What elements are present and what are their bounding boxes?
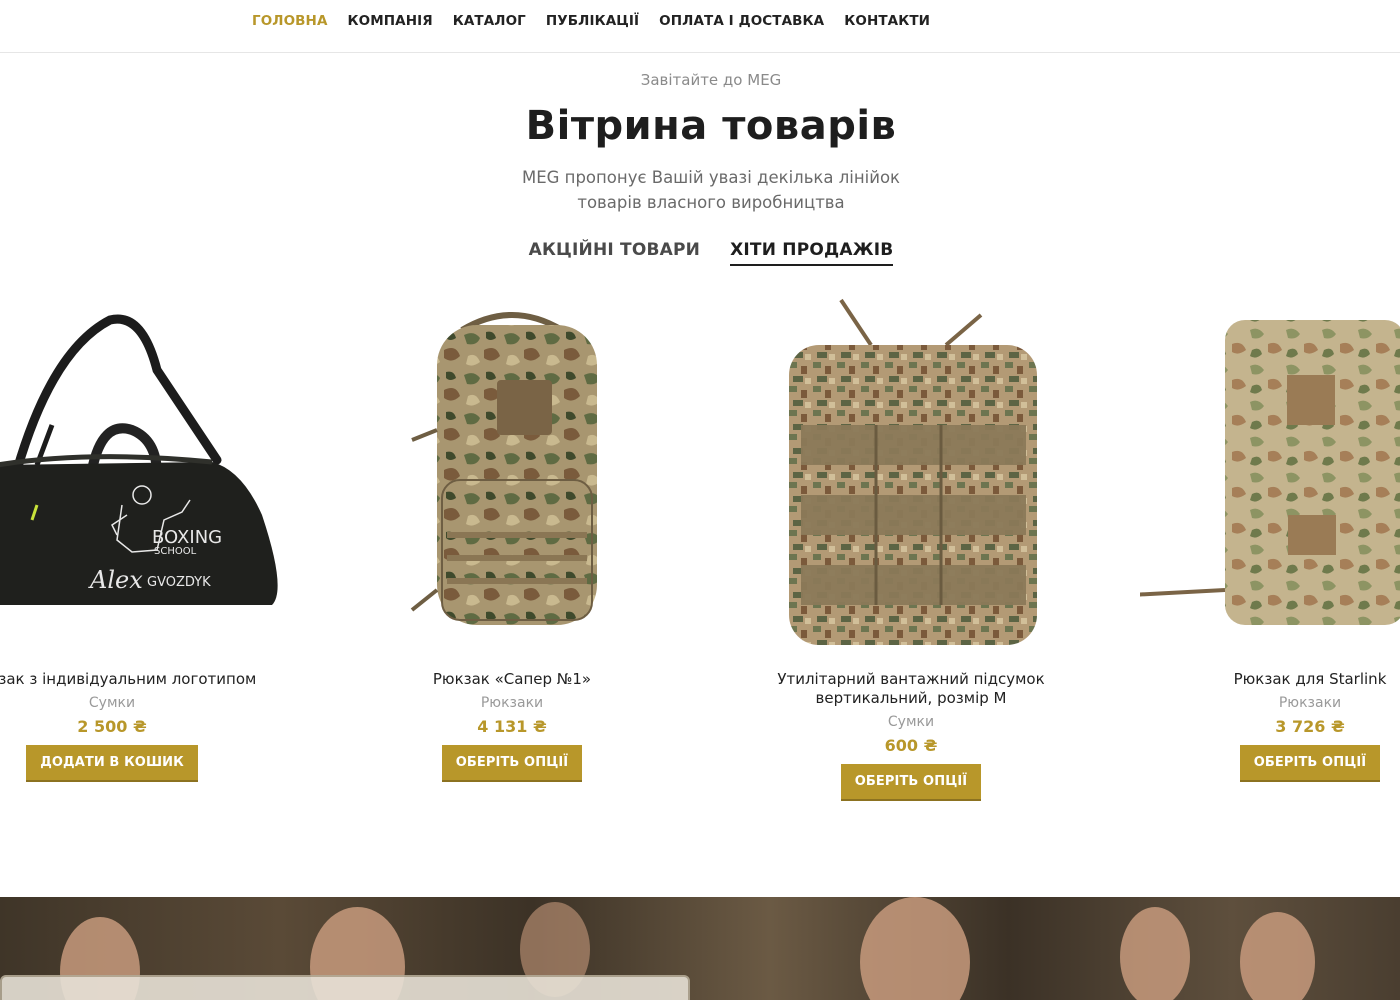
section-subtitle: MEG пропонує Вашій увазі декілька лінійо… <box>461 165 961 215</box>
nav-item-payment-delivery[interactable]: ОПЛАТА І ДОСТАВКА <box>659 12 824 30</box>
product-image-starlink-backpack[interactable] <box>1129 290 1400 655</box>
face-shape <box>1240 912 1315 1000</box>
product-name[interactable]: Рюкзак з індивідуальним логотипом <box>0 670 282 689</box>
product-price: 4 131 ₴ <box>477 717 547 736</box>
nav-item-contacts[interactable]: КОНТАКТИ <box>844 12 930 30</box>
nav-item-catalog[interactable]: КАТАЛОГ <box>453 12 526 30</box>
product-name[interactable]: Утилітарний вантажний підсумок вертикаль… <box>741 670 1081 708</box>
product-card: BOXING SCHOOL Alex GVOZDYK Рюкзак з інди… <box>0 290 282 782</box>
product-name[interactable]: Рюкзак для Starlink <box>1140 670 1400 689</box>
product-card: Рюкзак «Сапер №1» Рюкзаки 4 131 ₴ ОБЕРІТ… <box>342 290 682 782</box>
product-price: 600 ₴ <box>884 736 938 755</box>
soldiers-banner-image <box>0 897 1400 1000</box>
product-category[interactable]: Сумки <box>0 695 282 711</box>
add-to-cart-button[interactable]: ДОДАТИ В КОШИК <box>26 745 198 782</box>
svg-text:Alex: Alex <box>88 566 143 594</box>
product-image-camo-backpack[interactable] <box>342 290 682 655</box>
product-category[interactable]: Рюкзаки <box>1140 695 1400 711</box>
select-options-button[interactable]: ОБЕРІТЬ ОПЦІЇ <box>840 764 982 801</box>
face-shape <box>1120 907 1190 1000</box>
subtitle-line-1: MEG пропонує Вашій увазі декілька лінійо… <box>521 168 901 187</box>
main-navigation: ГОЛОВНА КОМПАНІЯ КАТАЛОГ ПУБЛІКАЦІЇ ОПЛА… <box>0 0 1400 53</box>
product-category[interactable]: Рюкзаки <box>342 695 682 711</box>
product-image-duffel-bag[interactable]: BOXING SCHOOL Alex GVOZDYK <box>0 290 282 655</box>
tab-sale-products[interactable]: АКЦІЙНІ ТОВАРИ <box>529 240 701 266</box>
product-name-line-2: вертикальний, розмір М <box>815 689 1007 707</box>
product-price: 2 500 ₴ <box>77 717 147 736</box>
tab-bestsellers[interactable]: ХІТИ ПРОДАЖІВ <box>730 240 894 266</box>
nav-menu: ГОЛОВНА КОМПАНІЯ КАТАЛОГ ПУБЛІКАЦІЇ ОПЛА… <box>252 12 950 30</box>
section-eyebrow: Завітайте до MEG <box>640 71 782 89</box>
nav-item-home[interactable]: ГОЛОВНА <box>252 12 328 30</box>
product-name-line-1: Утилітарний вантажний підсумок <box>777 670 1045 688</box>
nav-item-publications[interactable]: ПУБЛІКАЦІЇ <box>546 12 639 30</box>
svg-text:BOXING: BOXING <box>152 527 222 548</box>
select-options-button[interactable]: ОБЕРІТЬ ОПЦІЇ <box>441 745 583 782</box>
nav-item-company[interactable]: КОМПАНІЯ <box>348 12 433 30</box>
subtitle-line-2: товарів власного виробництва <box>577 193 845 212</box>
product-image-pixel-camo-pouch[interactable] <box>741 290 1081 655</box>
overlay-panel <box>0 975 690 1000</box>
product-category[interactable]: Сумки <box>741 714 1081 730</box>
select-options-button[interactable]: ОБЕРІТЬ ОПЦІЇ <box>1239 745 1381 782</box>
face-shape <box>860 897 970 1000</box>
product-price: 3 726 ₴ <box>1275 717 1345 736</box>
svg-text:GVOZDYK: GVOZDYK <box>147 575 211 590</box>
product-name[interactable]: Рюкзак «Сапер №1» <box>342 670 682 689</box>
section-title: Вітрина товарів <box>525 103 897 149</box>
product-card: Рюкзак для Starlink Рюкзаки 3 726 ₴ ОБЕР… <box>1129 290 1400 782</box>
svg-text:SCHOOL: SCHOOL <box>154 546 197 557</box>
product-card: Утилітарний вантажний підсумок вертикаль… <box>741 290 1081 801</box>
product-tabs: АКЦІЙНІ ТОВАРИ ХІТИ ПРОДАЖІВ <box>0 240 1400 266</box>
